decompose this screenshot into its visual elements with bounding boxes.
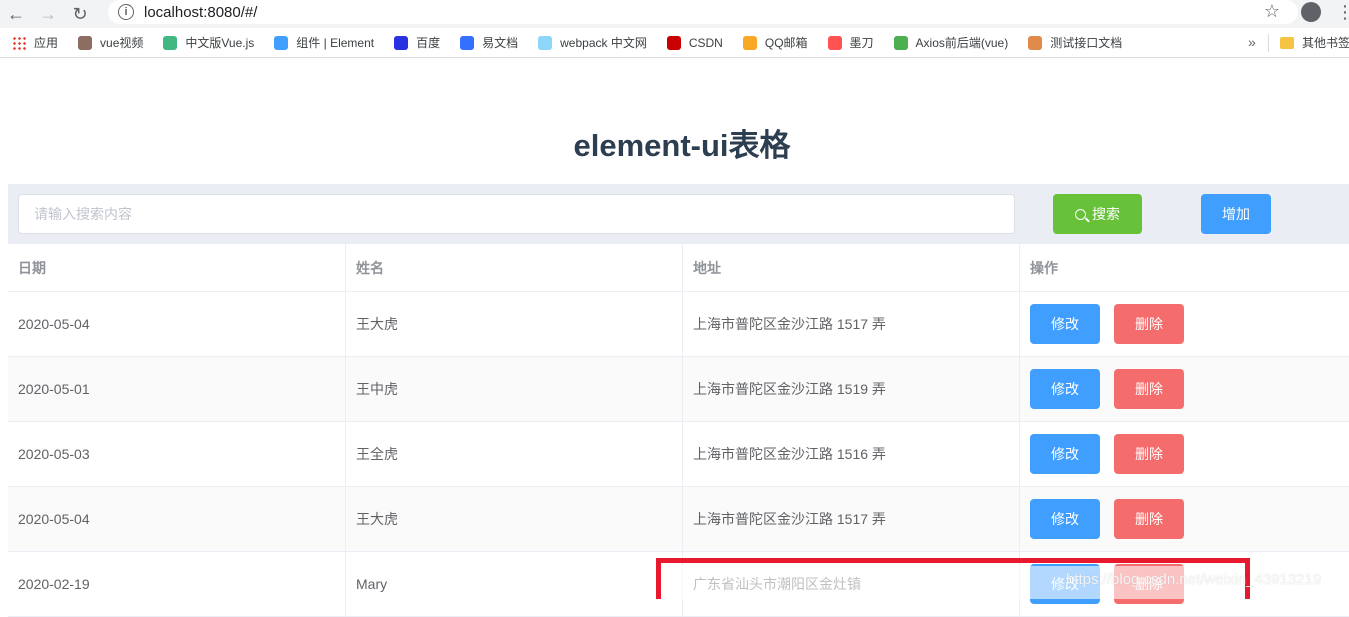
bookmark-label: CSDN — [688, 35, 723, 50]
header-actions: 操作 — [1030, 259, 1058, 276]
bookmark-item[interactable]: 墨刀 — [816, 34, 882, 51]
bookmark-label: 易文档 — [482, 36, 519, 50]
cell-actions: 修改删除 — [1020, 292, 1349, 356]
cell-date: 2020-05-01 — [8, 357, 346, 421]
cell-address: 上海市普陀区金沙江路 1519 弄 — [683, 357, 1020, 421]
cell-address: 上海市普陀区金沙江路 1516 弄 — [683, 422, 1020, 486]
bookmark-star-icon[interactable]: ☆ — [1264, 1, 1280, 22]
bookmark-item[interactable]: vue视频 — [66, 34, 151, 51]
info-icon[interactable]: i — [118, 4, 134, 20]
search-button-label: 搜索 — [1092, 206, 1120, 222]
bookmarks-overflow-icon[interactable]: » — [1248, 34, 1256, 50]
bookmark-favicon-icon — [394, 35, 409, 50]
bookmark-other[interactable]: 其他书签 — [1280, 34, 1349, 51]
cell-name: 王全虎 — [346, 422, 683, 486]
cell-actions: 修改删除 — [1020, 487, 1349, 551]
delete-button[interactable]: 删除 — [1114, 369, 1184, 409]
bookmark-label: 墨刀 — [849, 36, 874, 50]
bookmark-label: 组件 | Element — [296, 36, 375, 50]
reload-icon[interactable]: ↻ — [64, 0, 96, 28]
bookmarks-bar: 应用 vue视频 中文版Vue.js 组件 | Element 百度 易文档 webpack… — [0, 28, 1349, 58]
search-toolbar: 搜索 增加 — [8, 184, 1349, 244]
bookmark-favicon-icon — [460, 35, 475, 50]
cell-name: 王大虎 — [346, 292, 683, 356]
apps-grid-icon — [12, 35, 26, 50]
edit-button[interactable]: 修改 — [1030, 304, 1100, 344]
bookmark-favicon-icon — [666, 35, 681, 50]
add-button-label: 增加 — [1222, 206, 1250, 222]
cell-name: 王大虎 — [346, 487, 683, 551]
bookmark-item[interactable]: Axios前后端(vue) — [882, 34, 1017, 51]
edit-button[interactable]: 修改 — [1030, 499, 1100, 539]
bookmarks-divider — [1268, 34, 1269, 52]
cell-address: 上海市普陀区金沙江路 1517 弄 — [683, 292, 1020, 356]
bookmark-label: QQ邮箱 — [764, 36, 808, 50]
cell-actions: 修改删除 — [1020, 357, 1349, 421]
search-button[interactable]: 搜索 — [1053, 194, 1142, 234]
table-row: 2020-05-01 王中虎 上海市普陀区金沙江路 1519 弄修改 删除 — [8, 357, 1349, 422]
bookmark-item[interactable]: 应用 — [0, 34, 66, 51]
bookmark-label: webpack 中文网 — [560, 36, 647, 50]
bookmark-item[interactable]: QQ邮箱 — [731, 34, 816, 51]
header-name: 姓名 — [346, 244, 683, 291]
header-address: 地址 — [683, 244, 1020, 291]
search-icon — [1075, 208, 1086, 220]
bookmark-label: Axios前后端(vue) — [915, 36, 1009, 50]
page-title: element-ui表格 — [573, 128, 791, 163]
url-text[interactable]: localhost:8080/#/ — [144, 4, 257, 21]
bookmark-label: 应用 — [34, 36, 59, 50]
bookmark-favicon-icon — [163, 35, 178, 50]
cell-date: 2020-02-19 — [8, 552, 346, 616]
delete-button[interactable]: 删除 — [1114, 434, 1184, 474]
bookmark-favicon-icon — [893, 35, 908, 50]
cell-name: 王中虎 — [346, 357, 683, 421]
watermark: https://blog.csdn.net/weixin_43913219 — [1066, 571, 1322, 588]
table-row: 2020-05-04 王大虎 上海市普陀区金沙江路 1517 弄修改 删除 — [8, 292, 1349, 357]
bookmark-favicon-icon — [538, 35, 553, 50]
table-row: 2020-05-04 王大虎 上海市普陀区金沙江路 1517 弄修改 删除 — [8, 487, 1349, 552]
back-arrow-icon[interactable]: ← — [0, 0, 32, 28]
bookmark-item[interactable]: 中文版Vue.js — [151, 34, 262, 51]
bookmark-item[interactable]: 组件 | Element — [262, 34, 382, 51]
forward-arrow-icon[interactable]: → — [32, 0, 64, 28]
bookmark-favicon-icon — [274, 35, 289, 50]
edit-button[interactable]: 修改 — [1030, 369, 1100, 409]
bookmark-item[interactable]: 测试接口文档 — [1016, 34, 1130, 51]
bookmark-item[interactable]: 百度 — [382, 34, 448, 51]
table-row: 2020-05-03 王全虎 上海市普陀区金沙江路 1516 弄修改 删除 — [8, 422, 1349, 487]
bookmark-label: 测试接口文档 — [1050, 36, 1123, 50]
cell-address: 上海市普陀区金沙江路 1517 弄 — [683, 487, 1020, 551]
header-date: 日期 — [8, 244, 346, 291]
bookmark-item[interactable]: 易文档 — [448, 34, 526, 51]
profile-avatar-icon[interactable] — [1301, 2, 1321, 22]
bookmark-other-label: 其他书签 — [1302, 36, 1349, 50]
cell-date: 2020-05-04 — [8, 292, 346, 356]
bookmark-item[interactable]: CSDN — [655, 35, 731, 50]
add-button[interactable]: 增加 — [1201, 194, 1271, 234]
delete-button[interactable]: 删除 — [1114, 304, 1184, 344]
bookmark-label: vue视频 — [100, 36, 144, 50]
bookmark-label: 中文版Vue.js — [185, 36, 255, 50]
cell-actions: 修改删除 — [1020, 422, 1349, 486]
edit-button[interactable]: 修改 — [1030, 434, 1100, 474]
folder-icon — [1280, 36, 1294, 49]
search-input[interactable] — [18, 194, 1015, 234]
bookmark-favicon-icon — [742, 35, 757, 50]
table-header: 日期 姓名 地址 操作 — [8, 244, 1349, 292]
bookmark-favicon-icon — [78, 35, 93, 50]
cell-date: 2020-05-04 — [8, 487, 346, 551]
cell-date: 2020-05-03 — [8, 422, 346, 486]
address-bar[interactable]: i localhost:8080/#/ ☆ — [108, 0, 1298, 24]
browser-toolbar: ← → ↻ i localhost:8080/#/ ☆ ⋮ — [0, 0, 1349, 28]
bookmark-favicon-icon — [1028, 35, 1043, 50]
bookmark-label: 百度 — [416, 36, 441, 50]
bookmark-favicon-icon — [827, 35, 842, 50]
browser-menu-icon[interactable]: ⋮ — [1336, 2, 1349, 23]
bookmark-item[interactable]: webpack 中文网 — [526, 34, 655, 51]
cell-name: Mary — [346, 552, 683, 616]
delete-button[interactable]: 删除 — [1114, 499, 1184, 539]
